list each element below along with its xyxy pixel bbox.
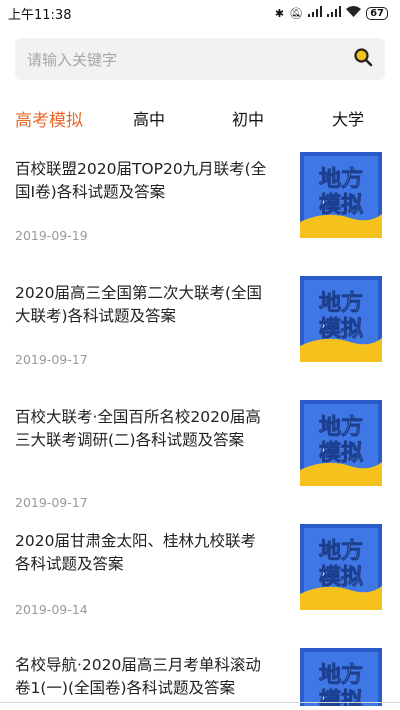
thumb-text-1: 地方 bbox=[319, 414, 363, 440]
tab-gaozhong[interactable]: 高中 bbox=[133, 106, 165, 130]
article-date: 2019-09-17 bbox=[15, 352, 88, 367]
search-placeholder: 请输入关键字 bbox=[27, 50, 118, 69]
thumb-text-2: 模拟 bbox=[319, 565, 363, 590]
article-thumbnail: 地方 模拟 bbox=[300, 276, 382, 362]
status-bar: 上午11:38 ✱ 🔕︎ 67 bbox=[0, 0, 400, 26]
article-date: 2019-09-14 bbox=[15, 602, 88, 617]
bottom-divider bbox=[0, 702, 400, 703]
signal-icon-2 bbox=[327, 6, 342, 20]
list-item[interactable]: 2020届甘肃金太阳、桂林九校联考各科试题及答案 2019-09-14 地方 模… bbox=[0, 512, 400, 636]
thumb-text-2: 模拟 bbox=[319, 193, 363, 218]
article-title: 名校导航·2020届高三月考单科滚动卷1(一)(全国卷)各科试题及答案 bbox=[15, 656, 261, 697]
article-thumbnail: 地方 模拟 bbox=[300, 400, 382, 486]
thumb-text-1: 地方 bbox=[319, 166, 363, 192]
status-icons: ✱ 🔕︎ 67 bbox=[275, 6, 388, 20]
list-item[interactable]: 百校联盟2020届TOP20九月联考(全国I卷)各科试题及答案 2019-09-… bbox=[0, 140, 400, 264]
thumb-text-1: 地方 bbox=[319, 538, 363, 564]
thumb-text-1: 地方 bbox=[319, 662, 363, 688]
article-date: 2019-09-19 bbox=[15, 228, 88, 243]
thumb-text-1: 地方 bbox=[319, 290, 363, 316]
signal-icon bbox=[308, 6, 323, 20]
article-title: 2020届甘肃金太阳、桂林九校联考各科试题及答案 bbox=[15, 532, 256, 573]
battery-icon: 67 bbox=[366, 6, 388, 20]
tab-chuzhong[interactable]: 初中 bbox=[232, 106, 264, 130]
tab-gaokao-moni[interactable]: 高考模拟 bbox=[15, 106, 83, 131]
wifi-icon bbox=[346, 6, 362, 20]
list-item[interactable]: 2020届高三全国第二次大联考(全国大联考)各科试题及答案 2019-09-17… bbox=[0, 264, 400, 388]
search-input[interactable]: 请输入关键字 bbox=[15, 38, 385, 80]
article-thumbnail: 地方 模拟 bbox=[300, 648, 382, 706]
thumb-text-2: 模拟 bbox=[319, 317, 363, 342]
thumb-text-2: 模拟 bbox=[319, 689, 363, 706]
status-time: 上午11:38 bbox=[8, 7, 72, 23]
list-item[interactable]: 百校大联考·全国百所名校2020届高三大联考调研(二)各科试题及答案 2019-… bbox=[0, 388, 400, 512]
search-icon[interactable] bbox=[353, 47, 373, 71]
article-date: 2019-09-17 bbox=[15, 495, 88, 510]
thumb-text-2: 模拟 bbox=[319, 441, 363, 466]
article-thumbnail: 地方 模拟 bbox=[300, 152, 382, 238]
mute-icon: 🔕︎ bbox=[289, 6, 304, 20]
category-tabs: 高考模拟 高中 初中 大学 bbox=[0, 106, 400, 140]
article-title: 百校联盟2020届TOP20九月联考(全国I卷)各科试题及答案 bbox=[15, 160, 267, 201]
article-title: 2020届高三全国第二次大联考(全国大联考)各科试题及答案 bbox=[15, 284, 262, 325]
list-item[interactable]: 名校导航·2020届高三月考单科滚动卷1(一)(全国卷)各科试题及答案 地方 模… bbox=[0, 636, 400, 706]
article-title: 百校大联考·全国百所名校2020届高三大联考调研(二)各科试题及答案 bbox=[15, 408, 261, 449]
bluetooth-icon: ✱ bbox=[274, 6, 285, 20]
tab-daxue[interactable]: 大学 bbox=[332, 106, 364, 130]
article-thumbnail: 地方 模拟 bbox=[300, 524, 382, 610]
